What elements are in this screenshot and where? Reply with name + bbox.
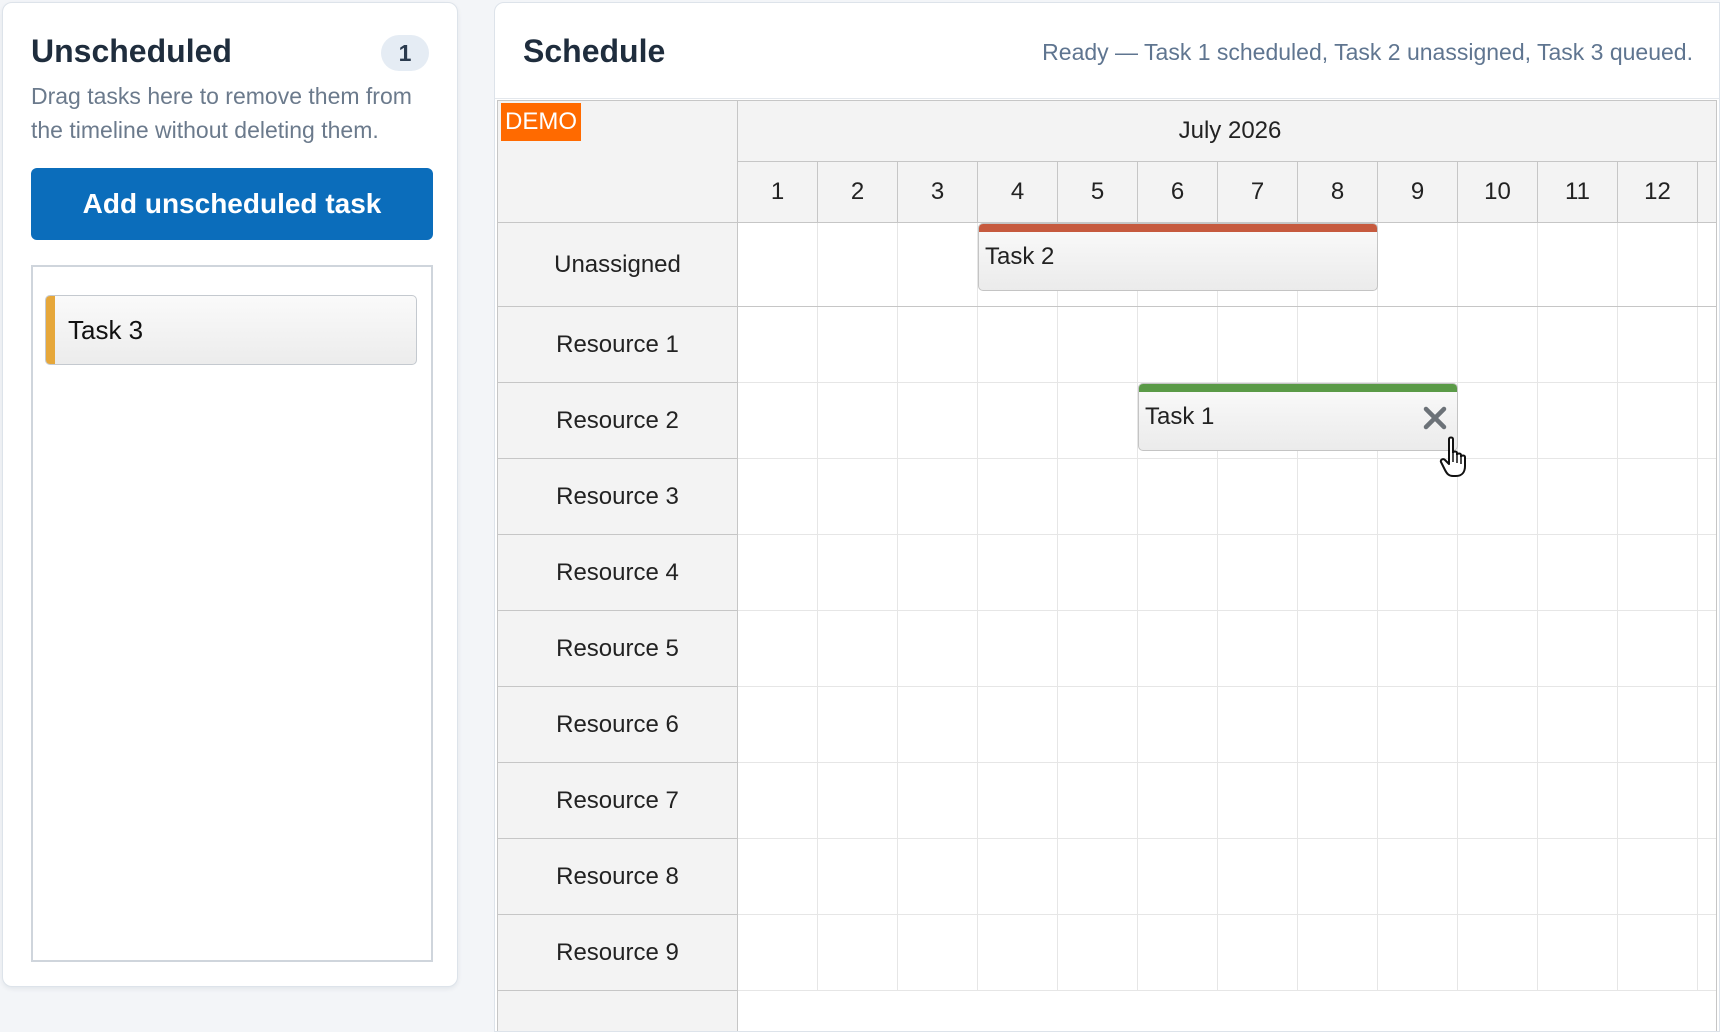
- unscheduled-task-item[interactable]: Task 3: [45, 295, 417, 365]
- grid-row-line: [738, 990, 1716, 991]
- day-header-cell: 2: [818, 162, 898, 222]
- grid-column-line: [1377, 223, 1378, 991]
- add-unscheduled-task-button[interactable]: Add unscheduled task: [31, 168, 433, 240]
- day-header: 12345678910111213: [738, 162, 1716, 223]
- resource-column: Unassigned Resource 1 Resource 2 Resource 3…: [498, 223, 738, 1031]
- grid-row-line: [738, 610, 1716, 611]
- resource-row-label: Resource 2: [498, 383, 737, 459]
- resource-row-label: Unassigned: [498, 223, 737, 307]
- day-header-cell: 4: [978, 162, 1058, 222]
- resource-row-label: Resource 5: [498, 611, 737, 687]
- grid-column-line: [1617, 223, 1618, 991]
- grid-column-line: [1137, 223, 1138, 991]
- grid-row-line: [738, 458, 1716, 459]
- grid-row-line: [738, 914, 1716, 915]
- scheduled-task-event[interactable]: Task 2: [978, 223, 1378, 291]
- grid-row-line: [738, 534, 1716, 535]
- unscheduled-header: Unscheduled 1: [31, 33, 429, 73]
- grid-row-line: [738, 762, 1716, 763]
- grid-column-line: [1297, 223, 1298, 991]
- resource-row-label: Resource 1: [498, 307, 737, 383]
- day-header-cell: 1: [738, 162, 818, 222]
- unscheduled-task-label: Task 3: [68, 315, 144, 345]
- grid-column-line: [817, 223, 818, 991]
- scheduler-grid: DEMO July 2026 12345678910111213 Unassig…: [497, 100, 1717, 1031]
- day-header-cell: 6: [1138, 162, 1218, 222]
- day-header-cell: 9: [1378, 162, 1458, 222]
- close-icon[interactable]: [1421, 404, 1449, 432]
- task-color-bar: [46, 296, 55, 364]
- day-header-cell: 5: [1058, 162, 1138, 222]
- resource-row-label: Resource 9: [498, 915, 737, 991]
- grid-column-line: [1217, 223, 1218, 991]
- schedule-status-text: Ready — Task 1 scheduled, Task 2 unassig…: [1042, 39, 1693, 65]
- day-header-cell: 7: [1218, 162, 1298, 222]
- schedule-header: Schedule Ready — Task 1 scheduled, Task …: [495, 3, 1719, 99]
- schedule-panel: Schedule Ready — Task 1 scheduled, Task …: [494, 2, 1720, 1032]
- day-header-cell: 10: [1458, 162, 1538, 222]
- day-header-cell: 12: [1618, 162, 1698, 222]
- grid-row-line: [738, 306, 1716, 307]
- task-color-bar: [979, 224, 1377, 232]
- resource-row-label: Resource 7: [498, 763, 737, 839]
- resource-row-label: Resource 4: [498, 535, 737, 611]
- day-header-cell: 8: [1298, 162, 1378, 222]
- month-label: July 2026: [1178, 117, 1282, 144]
- event-label: Task 2: [985, 243, 1055, 270]
- timeline-area[interactable]: Task 2 Task 1: [738, 223, 1716, 1031]
- day-header-cell: 3: [898, 162, 978, 222]
- scheduler-corner: DEMO: [498, 101, 738, 223]
- grid-column-line: [1537, 223, 1538, 991]
- grid-column-line: [1457, 223, 1458, 991]
- event-label: Task 1: [1145, 403, 1215, 430]
- day-header-cell: 11: [1538, 162, 1618, 222]
- unscheduled-count-badge: 1: [381, 35, 429, 71]
- grid-row-line: [738, 838, 1716, 839]
- resource-row-label: Resource 3: [498, 459, 737, 535]
- grid-row-line: [738, 686, 1716, 687]
- schedule-title: Schedule: [523, 33, 666, 69]
- task-color-bar: [1139, 384, 1457, 392]
- grid-column-line: [977, 223, 978, 991]
- unscheduled-description: Drag tasks here to remove them from the …: [31, 83, 412, 143]
- unscheduled-panel: Unscheduled 1 Drag tasks here to remove …: [2, 2, 458, 987]
- unscheduled-dropzone[interactable]: Task 3: [31, 265, 433, 962]
- grid-column-line: [897, 223, 898, 991]
- resource-row-label: Resource 8: [498, 839, 737, 915]
- unscheduled-title: Unscheduled: [31, 33, 232, 69]
- day-header-cell: 13: [1698, 162, 1716, 222]
- scheduled-task-event[interactable]: Task 1: [1138, 383, 1458, 451]
- grid-column-line: [1057, 223, 1058, 991]
- grid-column-line: [1697, 223, 1698, 991]
- demo-badge: DEMO: [501, 103, 581, 141]
- resource-row-label: Resource 6: [498, 687, 737, 763]
- month-header: July 2026: [738, 101, 1716, 162]
